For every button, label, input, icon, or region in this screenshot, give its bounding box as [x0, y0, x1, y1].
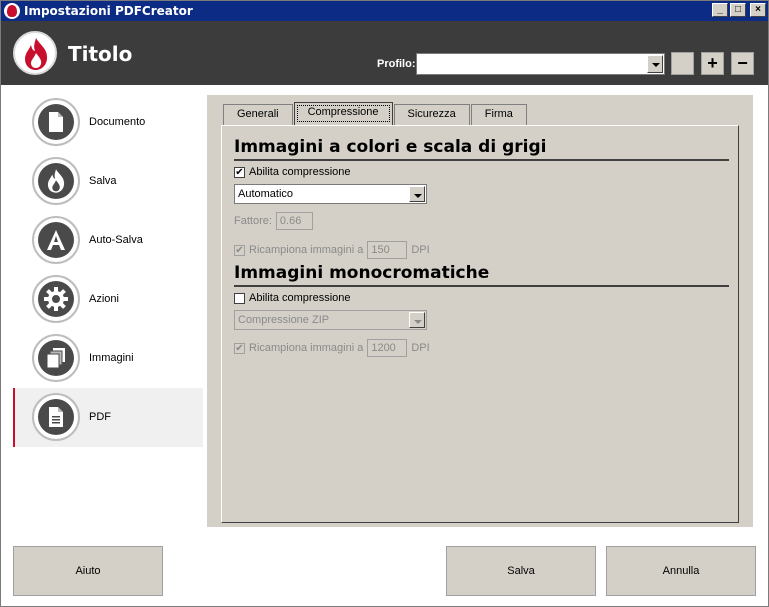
flame-icon [32, 157, 80, 205]
document-icon [32, 98, 80, 146]
pdfcreator-logo-icon [13, 31, 57, 75]
color-resample-row: ✔ Ricampiona immagini a 150 DPI [234, 241, 430, 259]
mono-resample-checkbox[interactable]: ✔ [234, 342, 245, 354]
color-enable-compression-row[interactable]: ✔ Abilita compressione [234, 166, 351, 178]
factor-input[interactable]: 0.66 [275, 212, 313, 230]
color-compression-method-select[interactable]: Automatico [234, 184, 427, 204]
sidebar-item-documento[interactable]: Documento [13, 93, 203, 152]
color-resample-checkbox[interactable]: ✔ [234, 244, 245, 256]
sidebar-item-azioni[interactable]: Azioni [13, 270, 203, 329]
window-title: Impostazioni PDFCreator [24, 4, 193, 18]
profile-dropdown[interactable] [416, 53, 665, 75]
title-bar: Impostazioni PDFCreator _ □ × [1, 1, 768, 21]
mono-resample-unit: DPI [411, 342, 430, 354]
pdfcreator-app-icon [4, 3, 20, 19]
divider [234, 159, 729, 161]
color-section-title: Immagini a colori e scala di grigi [234, 137, 547, 157]
mono-resample-row: ✔ Ricampiona immagini a 1200 DPI [234, 339, 430, 357]
chevron-down-icon[interactable] [409, 312, 425, 328]
sidebar-item-label: Salva [89, 175, 117, 187]
color-enable-compression-checkbox[interactable]: ✔ [234, 166, 245, 178]
mono-enable-compression-label: Abilita compressione [249, 292, 351, 304]
window-controls: _ □ × [712, 3, 766, 17]
pdf-document-icon [32, 393, 80, 441]
sidebar-item-auto-salva[interactable]: Auto-Salva [13, 211, 203, 270]
sidebar-item-pdf[interactable]: PDF [13, 388, 203, 447]
page-title: Titolo [68, 42, 133, 66]
tab-sicurezza[interactable]: Sicurezza [393, 104, 470, 125]
letter-a-icon [32, 216, 80, 264]
color-resample-label: Ricampiona immagini a [249, 244, 364, 256]
sidebar-item-label: Documento [89, 116, 146, 128]
sidebar-item-immagini[interactable]: Immagini [13, 329, 203, 388]
color-resample-unit: DPI [411, 244, 430, 256]
settings-window: Impostazioni PDFCreator _ □ × Titolo Pro… [0, 0, 769, 607]
sidebar: Documento Salva Auto-Salva Azioni Immagi… [13, 93, 203, 447]
images-icon [32, 334, 80, 382]
tab-bar: Generali Compressione Sicurezza Firma [223, 102, 528, 125]
help-button[interactable]: Aiuto [13, 546, 163, 596]
color-compression-method-value: Automatico [238, 188, 294, 200]
tab-firma[interactable]: Firma [470, 104, 527, 125]
minimize-button[interactable]: _ [712, 3, 728, 17]
header: Titolo Profilo: + − [1, 21, 768, 85]
save-button[interactable]: Salva [446, 546, 596, 596]
cancel-button[interactable]: Annulla [606, 546, 756, 596]
mono-resample-dpi-input[interactable]: 1200 [367, 339, 408, 357]
profile-label: Profilo: [377, 58, 416, 70]
remove-profile-button[interactable]: − [731, 52, 754, 75]
close-button[interactable]: × [750, 3, 766, 17]
mono-resample-label: Ricampiona immagini a [249, 342, 364, 354]
divider [234, 285, 729, 287]
compression-tab-content: Immagini a colori e scala di grigi ✔ Abi… [221, 125, 739, 523]
chevron-down-icon[interactable] [409, 186, 425, 202]
mono-section-title: Immagini monocromatiche [234, 263, 490, 283]
sidebar-item-label: Immagini [89, 352, 134, 364]
mono-compression-method-value: Compressione ZIP [238, 314, 330, 326]
maximize-button[interactable]: □ [730, 3, 746, 17]
color-resample-dpi-input[interactable]: 150 [367, 241, 408, 259]
rename-profile-button[interactable] [671, 52, 694, 75]
factor-row: Fattore: 0.66 [234, 212, 317, 230]
gear-icon [32, 275, 80, 323]
color-enable-compression-label: Abilita compressione [249, 166, 351, 178]
mono-enable-compression-checkbox[interactable] [234, 292, 245, 304]
tab-generali[interactable]: Generali [223, 104, 293, 125]
sidebar-item-label: PDF [89, 411, 111, 423]
sidebar-item-label: Azioni [89, 293, 119, 305]
chevron-down-icon[interactable] [647, 55, 663, 73]
factor-label: Fattore: [234, 215, 272, 227]
settings-panel: Generali Compressione Sicurezza Firma Im… [207, 95, 753, 527]
sidebar-item-salva[interactable]: Salva [13, 152, 203, 211]
mono-compression-method-select[interactable]: Compressione ZIP [234, 310, 427, 330]
sidebar-item-label: Auto-Salva [89, 234, 143, 246]
add-profile-button[interactable]: + [701, 52, 724, 75]
mono-enable-compression-row[interactable]: Abilita compressione [234, 292, 351, 304]
tab-compressione[interactable]: Compressione [293, 102, 393, 125]
